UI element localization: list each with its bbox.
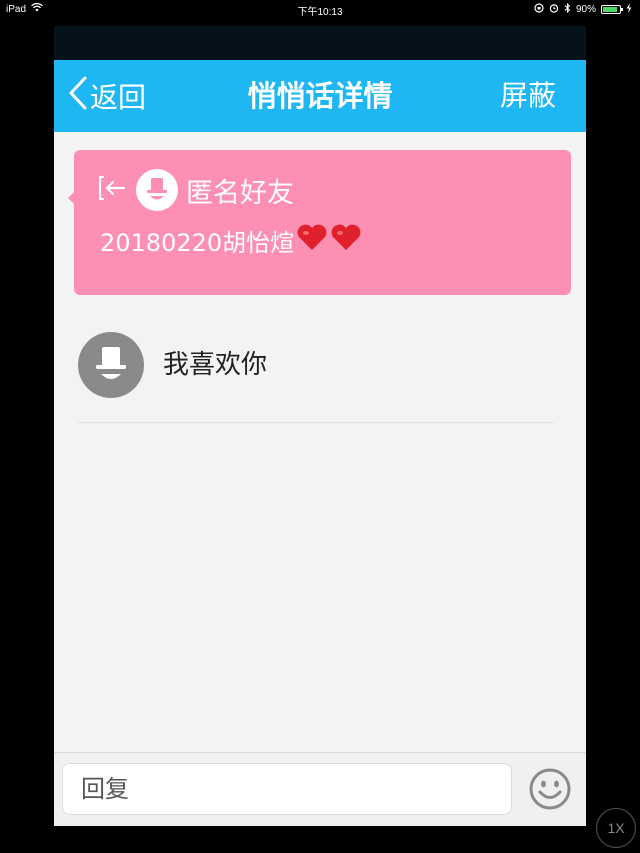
status-right: 90% [534,2,632,16]
orientation-lock-icon [534,3,544,16]
whisper-card: 匿名好友 20180220胡怡煊 [68,150,571,295]
bluetooth-icon [564,2,571,16]
anonymous-avatar-icon [136,169,178,211]
whisper-text: 20180220胡怡煊 [100,222,362,258]
back-button[interactable]: 返回 [68,60,146,132]
whisper-message: 20180220胡怡煊 [100,228,295,257]
charging-icon [626,3,632,16]
anonymous-avatar-icon [78,332,144,398]
smiley-icon[interactable] [528,767,572,811]
app-window: 返回 悄悄话详情 屏蔽 匿名好友 20180220胡怡煊 我喜欢你 回复 [54,26,586,826]
list-item[interactable]: 我喜欢你 [78,332,554,423]
status-bar: iPad 下午10:13 90% [0,0,640,18]
message-text: 我喜欢你 [163,350,268,380]
battery-icon [601,5,623,14]
sender-name: 匿名好友 [186,177,294,209]
alarm-icon [549,3,559,16]
reply-input[interactable] [62,763,512,815]
back-label: 返回 [90,81,147,114]
nav-bar: 返回 悄悄话详情 屏蔽 [54,60,586,132]
block-button[interactable]: 屏蔽 [500,60,556,132]
battery-percent: 90% [575,4,596,15]
app-status-strip [54,26,586,60]
heart-icon [330,222,362,258]
chevron-left-icon [68,75,88,118]
zoom-badge[interactable]: 1X [596,808,636,848]
reply-bar [54,752,586,826]
card-header: 匿名好友 [98,168,294,212]
reply-arrow-icon[interactable] [98,175,128,205]
heart-icon [296,222,328,258]
